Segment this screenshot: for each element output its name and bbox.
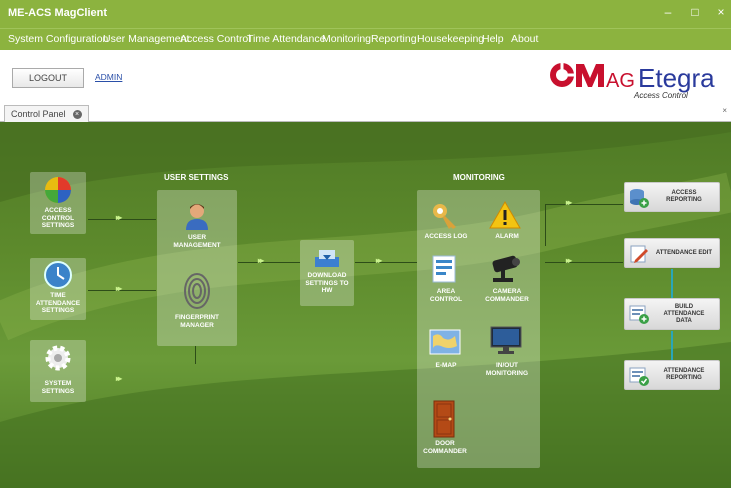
- user-management-label: USER MANAGEMENT: [173, 234, 221, 249]
- connector-line: [88, 219, 156, 220]
- minimize-button[interactable]: –: [658, 5, 678, 19]
- download-tray-icon: [315, 250, 339, 267]
- close-window-button[interactable]: ×: [711, 5, 731, 19]
- tab-label: Control Panel: [11, 109, 66, 119]
- menu-about[interactable]: About: [511, 33, 538, 45]
- monitoring-group: ACCESS LOG ALARM AREA CONTROL CAMERA COMMA…: [417, 190, 540, 468]
- admin-user-link[interactable]: ADMIN: [95, 72, 122, 82]
- key-icon[interactable]: [431, 202, 459, 230]
- alarm-label: ALARM: [495, 233, 519, 240]
- clock-icon: [44, 261, 72, 289]
- window-title: ME-ACS MagClient: [8, 7, 107, 19]
- connector-line: [355, 262, 417, 263]
- arrow-icon: ▸▸: [566, 256, 572, 265]
- arrow-icon: ▸▸: [116, 213, 122, 222]
- connector-line: [671, 331, 673, 360]
- time-attendance-settings[interactable]: TIME ATTENDANCE SETTINGS: [30, 258, 86, 320]
- menu-system-configuration[interactable]: System Configuration: [8, 33, 108, 45]
- gear-icon: [45, 345, 71, 371]
- download-settings-to-hw[interactable]: DOWNLOAD SETTINGS TO HW: [300, 240, 354, 306]
- system-settings-label: SYSTEM SETTINGS: [41, 380, 75, 395]
- connector-line: [545, 262, 623, 263]
- attendance-reporting-label: ATTENDANCE REPORTING: [663, 368, 705, 381]
- camera-commander-label: CAMERA COMMANDER: [485, 288, 529, 303]
- report-check-icon: [629, 367, 649, 386]
- area-control-icon[interactable]: [431, 254, 459, 284]
- access-reporting-label: ACCESS REPORTING: [666, 190, 702, 203]
- title-bar: ME-ACS MagClient – □ ×: [0, 0, 731, 28]
- connector-line: [88, 290, 156, 291]
- tab-close-icon[interactable]: ×: [72, 109, 82, 119]
- monitoring-title: MONITORING: [453, 173, 505, 182]
- monitor-icon[interactable]: [490, 326, 522, 356]
- attendance-edit-button[interactable]: ATTENDANCE EDIT: [624, 238, 720, 268]
- access-control-settings-label: ACCESS CONTROL SETTINGS: [41, 207, 75, 229]
- svg-text:AG: AG: [606, 70, 635, 92]
- user-icon[interactable]: [185, 202, 209, 230]
- user-settings-group: USER MANAGEMENT FINGERPRINT MANAGER: [157, 190, 237, 346]
- map-icon[interactable]: [429, 328, 461, 356]
- build-data-icon: [629, 305, 649, 324]
- connector-line: [238, 262, 300, 263]
- database-add-icon: [630, 189, 649, 208]
- header-row: LOGOUT ADMIN AG Etegra Access Control: [0, 50, 731, 102]
- door-icon[interactable]: [433, 400, 455, 438]
- camera-icon[interactable]: [487, 252, 523, 284]
- access-log-label: ACCESS LOG: [424, 233, 468, 240]
- connector-line: [671, 269, 673, 298]
- logout-button[interactable]: LOGOUT: [12, 68, 84, 88]
- build-attendance-data-button[interactable]: BUILD ATTENDANCE DATA: [624, 298, 720, 330]
- panel-close-icon[interactable]: ×: [722, 106, 727, 115]
- logo-icon: AG Etegra Access Control: [550, 63, 715, 100]
- tab-bar: Control Panel × ×: [0, 102, 731, 122]
- arrow-icon: ▸▸: [116, 374, 122, 383]
- access-reporting-button[interactable]: ACCESS REPORTING: [624, 182, 720, 212]
- arrow-icon: ▸▸: [258, 256, 264, 265]
- arrow-icon: ▸▸: [116, 284, 122, 293]
- control-panel: ACCESS CONTROL SETTINGS TIME ATTENDANCE SETT…: [0, 122, 731, 488]
- e-map-label: E-MAP: [435, 362, 457, 369]
- connector-line: [195, 346, 196, 364]
- tab-control-panel[interactable]: Control Panel ×: [4, 105, 89, 122]
- menu-access-control[interactable]: Access Control: [180, 33, 251, 45]
- attendance-reporting-button[interactable]: ATTENDANCE REPORTING: [624, 360, 720, 390]
- background-waves: [0, 122, 731, 488]
- menu-reporting[interactable]: Reporting: [371, 33, 417, 45]
- arrow-icon: ▸▸: [566, 198, 572, 207]
- alarm-icon[interactable]: [489, 200, 521, 230]
- pie-chart-icon: [45, 177, 71, 203]
- edit-document-icon: [630, 245, 648, 263]
- user-settings-title: USER SETTINGS: [164, 173, 229, 182]
- menu-time-attendance[interactable]: Time Attendance: [247, 33, 325, 45]
- build-attendance-data-label: BUILD ATTENDANCE DATA: [663, 303, 705, 324]
- magetegra-logo: AG Etegra Access Control: [546, 58, 731, 100]
- fingerprint-manager-label: FINGERPRINT MANAGER: [174, 314, 220, 329]
- menu-bar: System Configuration User Management Acc…: [0, 28, 731, 50]
- time-attendance-settings-label: TIME ATTENDANCE SETTINGS: [35, 292, 81, 314]
- connector-line: [545, 204, 546, 246]
- in-out-monitoring-label: IN/OUT MONITORING: [485, 362, 529, 377]
- download-settings-label: DOWNLOAD SETTINGS TO HW: [305, 272, 349, 294]
- maximize-button[interactable]: □: [685, 5, 705, 19]
- arrow-icon: ▸▸: [376, 256, 382, 265]
- area-control-label: AREA CONTROL: [429, 288, 463, 303]
- system-settings[interactable]: SYSTEM SETTINGS: [30, 340, 86, 402]
- connector-line: [545, 204, 623, 205]
- menu-housekeeping[interactable]: Housekeeping: [417, 33, 484, 45]
- svg-text:Etegra: Etegra: [638, 63, 715, 93]
- svg-text:Access Control: Access Control: [633, 91, 688, 100]
- fingerprint-icon[interactable]: [183, 272, 211, 310]
- attendance-edit-label: ATTENDANCE EDIT: [655, 249, 713, 256]
- menu-user-management[interactable]: User Management: [103, 33, 189, 45]
- menu-monitoring[interactable]: Monitoring: [322, 33, 371, 45]
- menu-help[interactable]: Help: [482, 33, 504, 45]
- access-control-settings[interactable]: ACCESS CONTROL SETTINGS: [30, 172, 86, 234]
- door-commander-label: DOOR COMMANDER: [423, 440, 467, 455]
